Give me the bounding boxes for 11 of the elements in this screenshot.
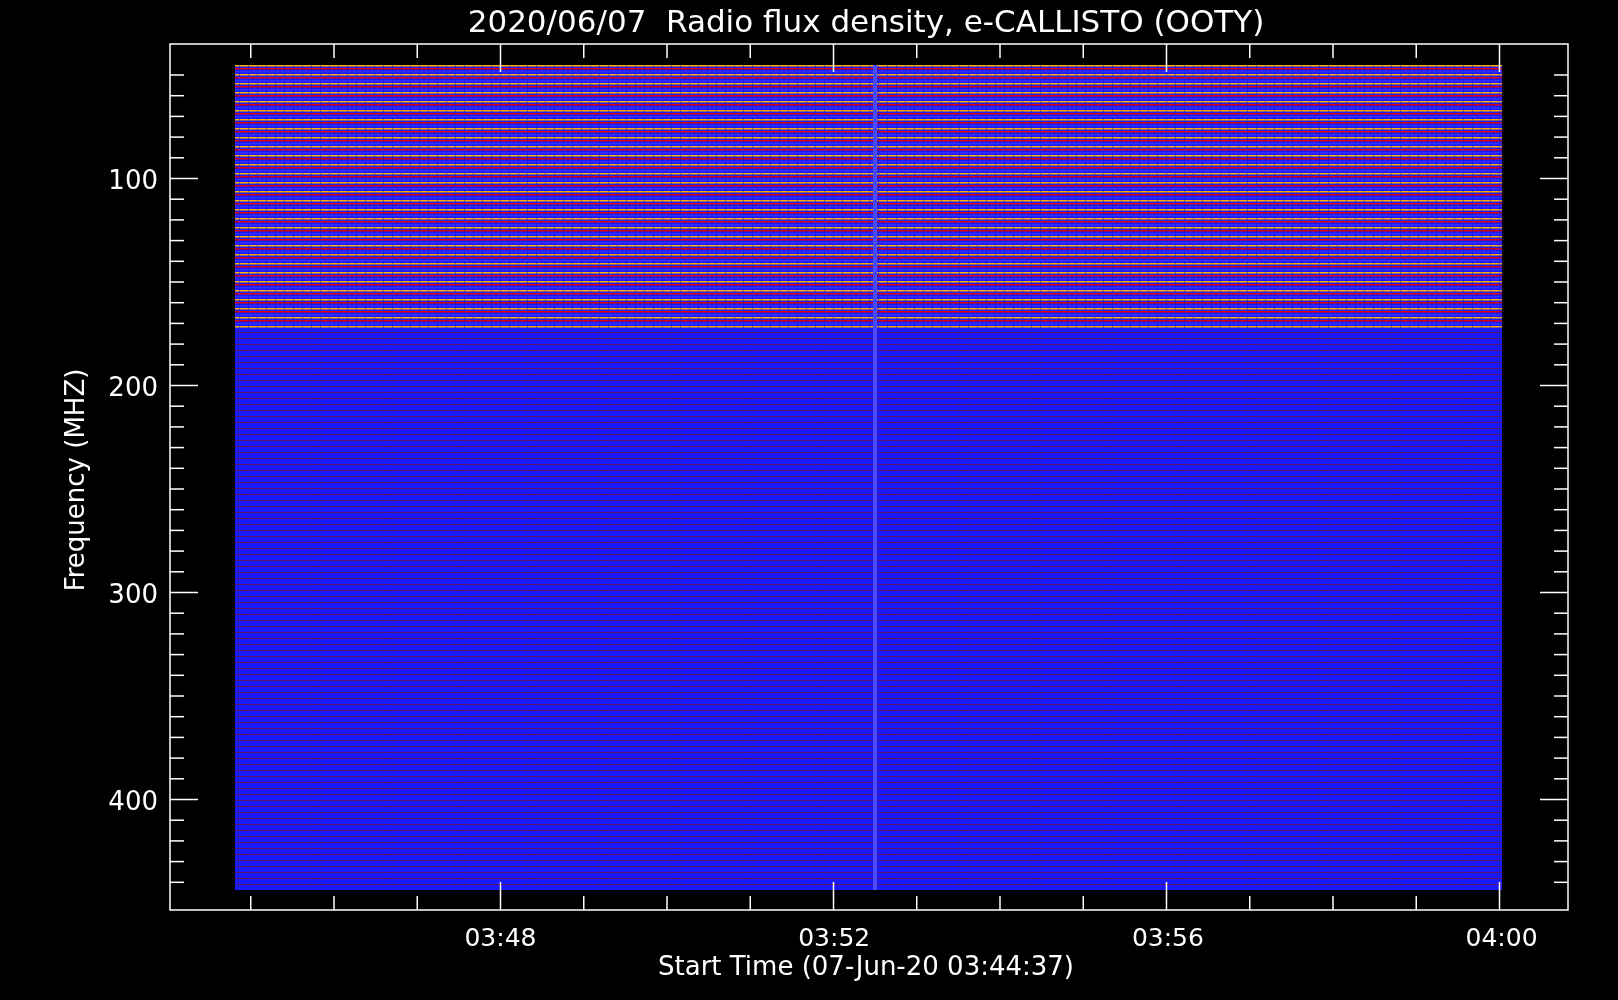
- y-tick-label: 100: [108, 164, 158, 195]
- x-tick-label: 03:48: [464, 923, 537, 952]
- y-tick-label: 200: [108, 371, 158, 402]
- y-tick-label: 400: [108, 785, 158, 816]
- y-tick-label: 300: [108, 578, 158, 609]
- x-tick-label: 04:00: [1465, 923, 1538, 952]
- x-tick-label: 03:56: [1131, 923, 1204, 952]
- y-axis-label: Frequency (MHZ): [60, 368, 90, 592]
- x-axis-label: Start Time (07-Jun-20 03:44:37): [658, 951, 1074, 981]
- chart-title: 2020/06/07 Radio flux density, e-CALLISTO (OOTY): [467, 3, 1265, 39]
- x-tick-label: 03:52: [798, 923, 871, 952]
